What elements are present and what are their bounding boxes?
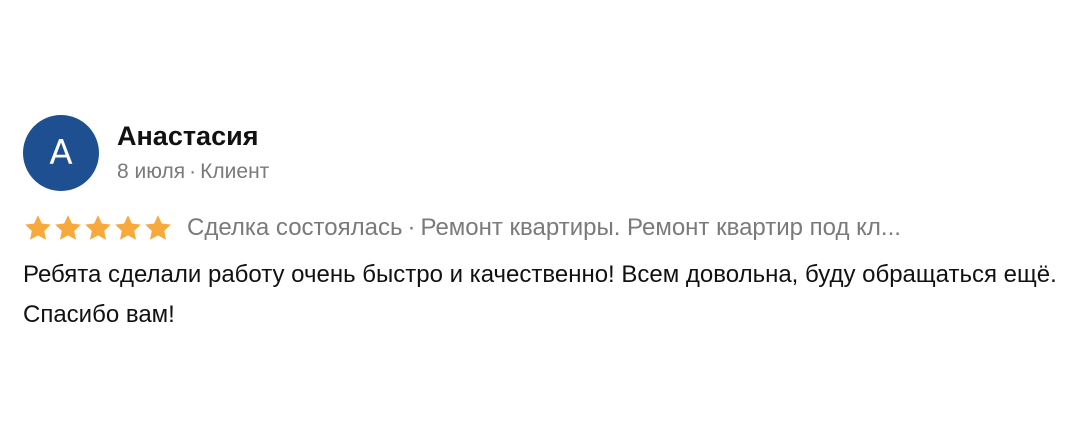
star-icon bbox=[83, 213, 113, 243]
star-icon bbox=[143, 213, 173, 243]
deal-info: Сделка состоялась · Ремонт квартиры. Ремон… bbox=[187, 214, 1063, 242]
author-meta: 8 июля · Клиент bbox=[117, 157, 269, 187]
avatar-letter: А bbox=[49, 133, 73, 173]
author-info: Анастасия 8 июля · Клиент bbox=[117, 119, 269, 187]
deal-status: Сделка состоялась bbox=[187, 214, 403, 241]
review-text: Ребята сделали работу очень быстро и кач… bbox=[23, 261, 1057, 328]
review-header: А Анастасия 8 июля · Клиент bbox=[23, 115, 1063, 191]
review-date: 8 июля bbox=[117, 160, 186, 183]
avatar: А bbox=[23, 115, 99, 191]
deal-separator: · bbox=[407, 214, 416, 241]
author-role: Клиент bbox=[200, 160, 270, 183]
review-card: А Анастасия 8 июля · Клиент Сделка состоял… bbox=[23, 115, 1063, 335]
author-name: Анастасия bbox=[117, 121, 259, 151]
star-rating bbox=[23, 213, 173, 243]
service-name: Ремонт квартиры. Ремонт квартир под кл..… bbox=[420, 214, 901, 241]
star-icon bbox=[23, 213, 53, 243]
star-icon bbox=[113, 213, 143, 243]
rating-line: Сделка состоялась · Ремонт квартиры. Ремон… bbox=[23, 213, 1063, 243]
star-icon bbox=[53, 213, 83, 243]
meta-separator: · bbox=[189, 160, 197, 183]
